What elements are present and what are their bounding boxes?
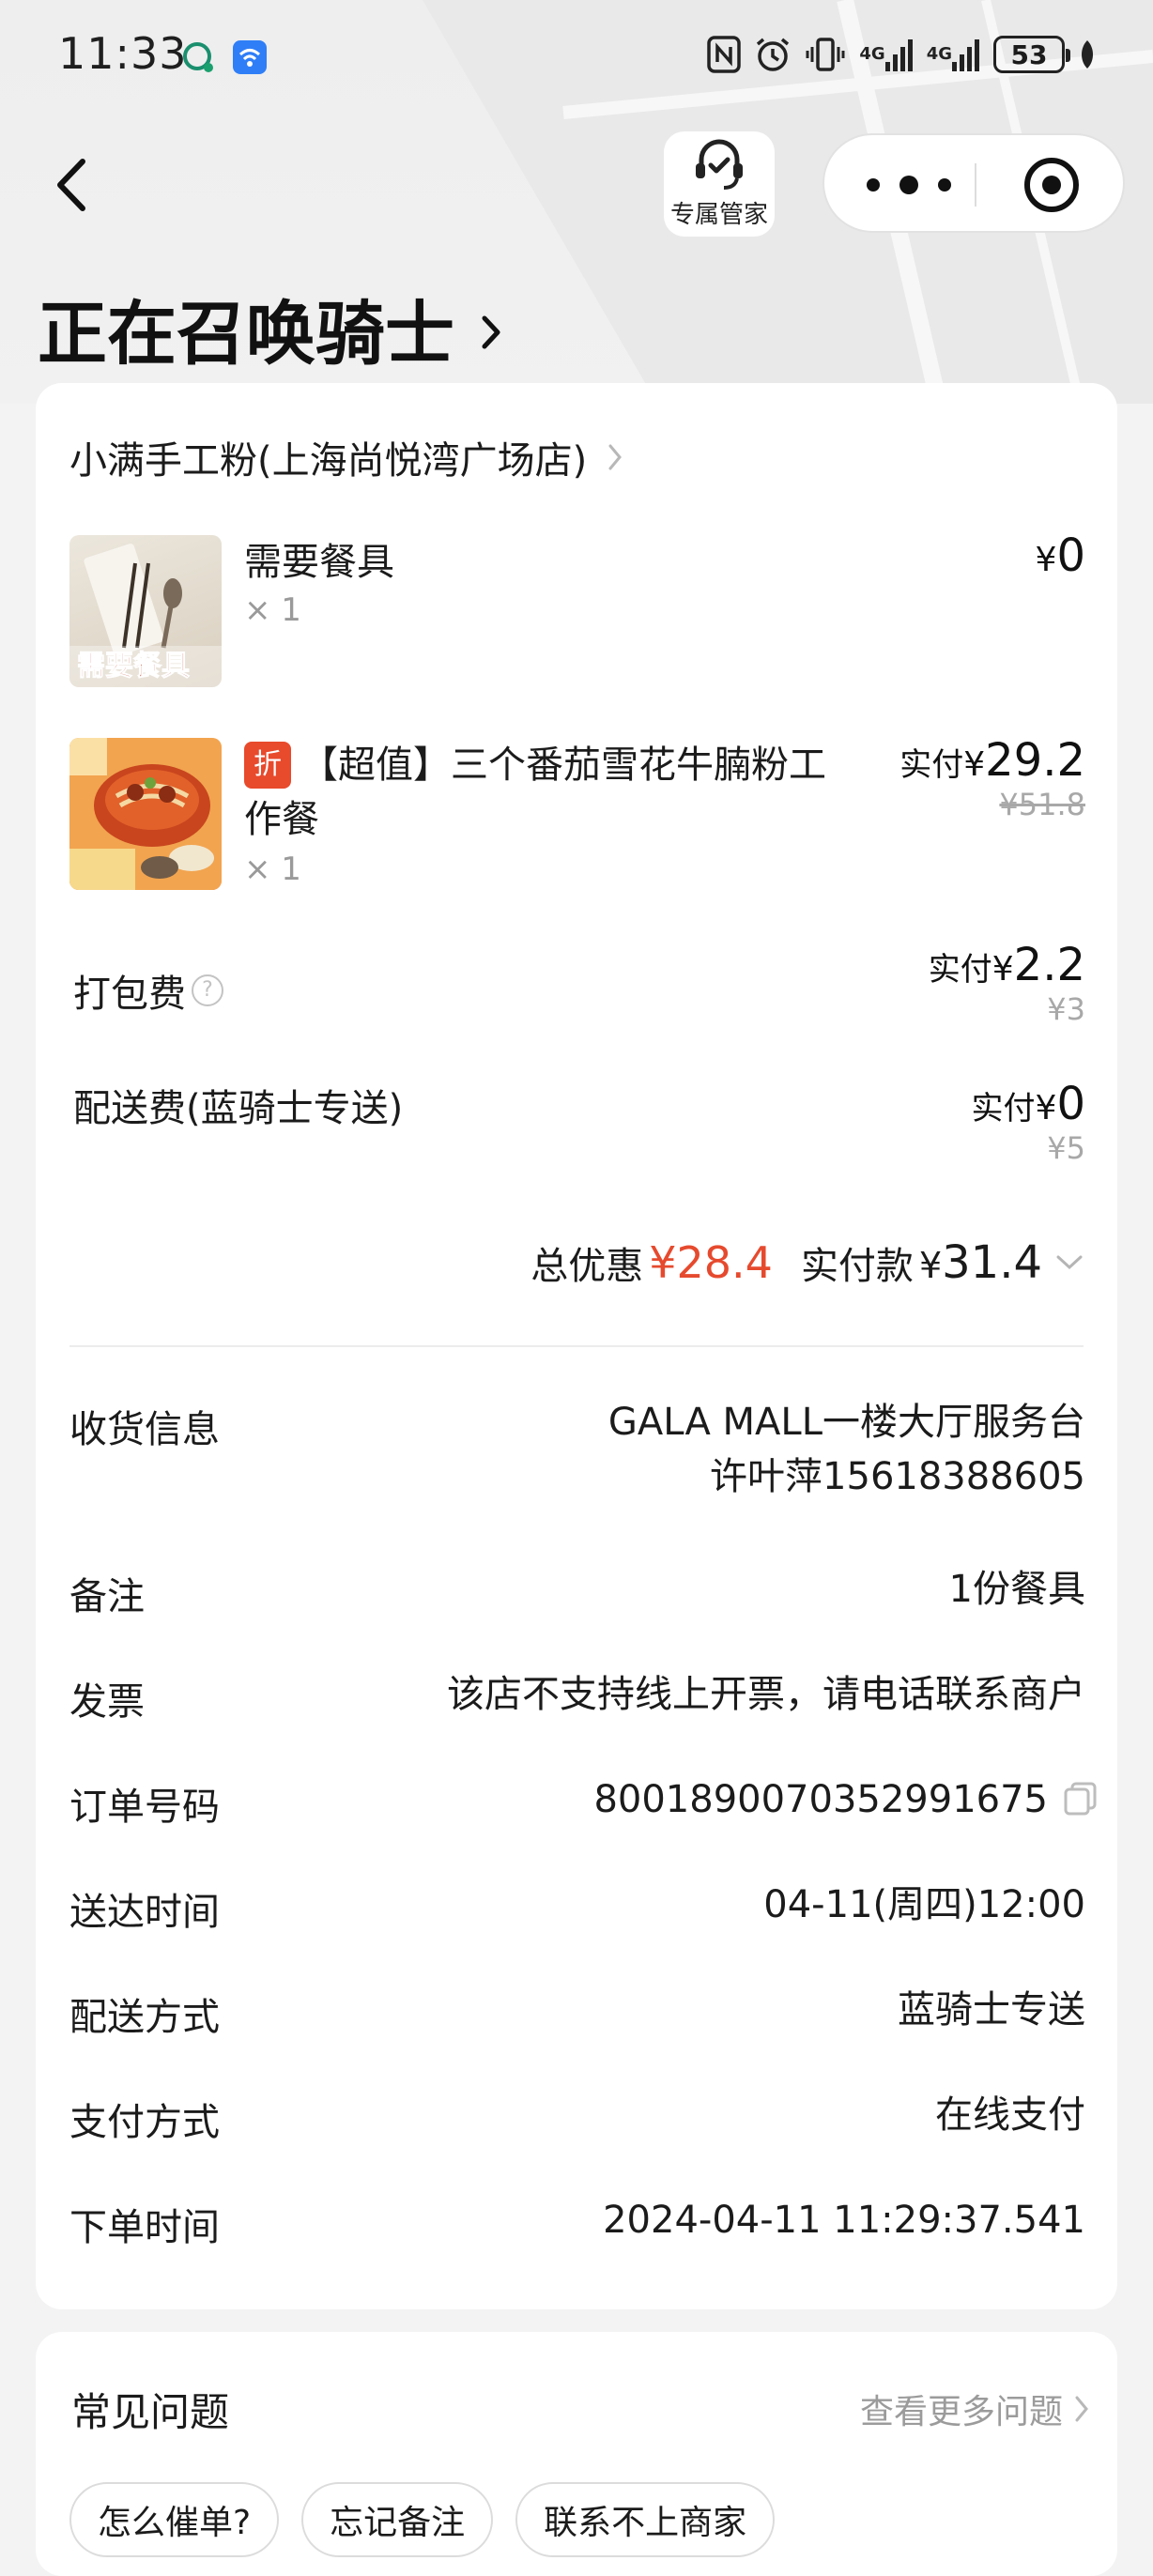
tableware-image: 需要餐具 xyxy=(69,535,222,687)
service-manager-label: 专属管家 xyxy=(669,200,768,229)
chevron-right-icon xyxy=(608,444,623,470)
order-time-value: 2024-04-11 11:29:37.541 xyxy=(603,2199,1085,2242)
order-time-label: 下单时间 xyxy=(69,2206,220,2249)
delivery-time-label: 送达时间 xyxy=(69,1891,220,1934)
discount-value: ¥28.4 xyxy=(649,1237,773,1288)
target-icon[interactable] xyxy=(1024,158,1079,212)
packing-fee-price: 实付¥2.2 ¥3 xyxy=(928,939,1085,1027)
faq-more-label: 查看更多问题 xyxy=(859,2393,1063,2431)
packing-fee-value: 2.2 xyxy=(1013,939,1085,991)
copy-icon[interactable] xyxy=(1063,1776,1099,1831)
item-price: 实付¥29.2 ¥51.8 xyxy=(899,734,1085,822)
packing-fee-original: ¥3 xyxy=(1047,991,1085,1027)
delivery-method-row: 配送方式 蓝骑士专送 xyxy=(69,1986,1085,2043)
alarm-icon xyxy=(754,34,792,75)
noodle-dish-image xyxy=(69,738,222,890)
packing-fee-row: 打包费 ? 实付¥2.2 ¥3 xyxy=(73,939,1085,1057)
order-number-label: 订单号码 xyxy=(69,1786,220,1829)
delivery-method-value: 蓝骑士专送 xyxy=(898,1988,1085,2032)
more-dots-icon[interactable] xyxy=(867,173,951,197)
signal-icon: 4G xyxy=(859,34,913,75)
faq-more-link[interactable]: 查看更多问题 xyxy=(860,2384,1089,2433)
faq-chips: 怎么催单? 忘记备注 联系不上商家 xyxy=(69,2482,776,2557)
paid-label: 实付款 xyxy=(800,1245,914,1288)
shop-link[interactable]: 小满手工粉(上海尚悦湾广场店) xyxy=(69,430,623,484)
item-qty: × 1 xyxy=(244,851,301,888)
order-number-value: 8001890070352991675 xyxy=(593,1778,1048,1821)
address-value: GALA MALL一楼大厅服务台 许叶萍15618388605 xyxy=(608,1395,1085,1504)
invoice-row: 发票 该店不支持线上开票，请电话联系商户 xyxy=(69,1671,1085,1727)
status-icons: 4G 4G 53 xyxy=(707,34,1097,75)
order-number-value-wrap: 8001890070352991675 xyxy=(593,1772,1099,1831)
discount-badge: 折 xyxy=(244,742,291,789)
contact-line: 许叶萍15618388605 xyxy=(710,1455,1085,1498)
help-icon[interactable]: ? xyxy=(192,974,223,1006)
delivery-fee-value: 0 xyxy=(1056,1078,1085,1130)
headset-icon xyxy=(696,139,743,190)
section-divider xyxy=(69,1345,1084,1347)
mini-program-capsule xyxy=(822,133,1125,233)
item-price-value: 29.2 xyxy=(985,734,1085,787)
capsule-divider xyxy=(975,163,976,207)
delivery-fee-label: 配送费(蓝骑士专送) xyxy=(73,1087,404,1130)
payment-method-value: 在线支付 xyxy=(935,2093,1085,2137)
payment-method-label: 支付方式 xyxy=(69,2101,220,2144)
item-name: 需要餐具 xyxy=(244,541,394,584)
order-card: 小满手工粉(上海尚悦湾广场店) 需要餐具 需要餐具 × 1 ¥0 折 【超值】三… xyxy=(36,383,1117,2309)
order-item[interactable]: 折【超值】三个番茄雪花牛腩粉工作餐 × 1 实付¥29.2 ¥51.8 xyxy=(69,734,1085,894)
wifi-app-icon xyxy=(232,39,268,75)
signal-icon-2: 4G xyxy=(927,34,980,75)
faq-title: 常见问题 xyxy=(71,2389,230,2435)
remark-row: 备注 1份餐具 xyxy=(69,1566,1085,1622)
faq-card: 常见问题 查看更多问题 怎么催单? 忘记备注 联系不上商家 xyxy=(36,2332,1117,2576)
discount-label: 总优惠 xyxy=(530,1245,644,1288)
delivery-method-label: 配送方式 xyxy=(69,1996,220,2039)
order-item[interactable]: 需要餐具 需要餐具 × 1 ¥0 xyxy=(69,529,1085,691)
item-original-price: ¥51.8 xyxy=(999,787,1085,822)
chevron-right-icon xyxy=(482,315,500,348)
faq-chip[interactable]: 怎么催单? xyxy=(69,2482,280,2557)
delivery-fee-row: 配送费(蓝骑士专送) 实付¥0 ¥5 xyxy=(73,1078,1085,1181)
page-title-text: 正在召唤骑士 xyxy=(38,294,454,375)
chat-icon xyxy=(180,39,216,75)
item-price: ¥0 xyxy=(1035,529,1085,582)
invoice-value: 该店不支持线上开票，请电话联系商户 xyxy=(447,1673,1085,1716)
remark-label: 备注 xyxy=(69,1575,145,1618)
item-name-row: 折【超值】三个番茄雪花牛腩粉工作餐 xyxy=(244,738,845,847)
chevron-left-icon xyxy=(57,159,85,211)
nfc-icon xyxy=(707,34,742,75)
packing-fee-label: 打包费 xyxy=(73,973,186,1016)
status-bar: 11:33 4G 4G 53 xyxy=(0,0,1153,113)
item-price-value: 0 xyxy=(1056,529,1085,582)
faq-chip[interactable]: 忘记备注 xyxy=(301,2482,494,2557)
delivery-fee-original: ¥5 xyxy=(1047,1130,1085,1166)
page-title[interactable]: 正在召唤骑士 xyxy=(38,278,501,378)
item-name: 【超值】三个番茄雪花牛腩粉工作餐 xyxy=(244,744,826,841)
invoice-label: 发票 xyxy=(69,1680,145,1724)
address-line: GALA MALL一楼大厅服务台 xyxy=(607,1401,1085,1444)
chevron-down-icon xyxy=(1056,1255,1083,1270)
address-label: 收货信息 xyxy=(69,1408,220,1451)
thumb-caption: 需要餐具 xyxy=(77,650,191,683)
order-number-row: 订单号码 8001890070352991675 xyxy=(69,1776,1097,1832)
vibrate-icon xyxy=(805,34,846,75)
total-summary[interactable]: 总优惠 ¥28.4 实付款 ¥31.4 xyxy=(530,1235,1084,1290)
battery-icon: 53 xyxy=(993,36,1070,73)
faq-chip[interactable]: 联系不上商家 xyxy=(515,2482,776,2557)
delivery-time-row: 送达时间 04-11(周四)12:00 xyxy=(69,1881,1085,1938)
chevron-right-icon xyxy=(1075,2396,1088,2422)
service-manager-button[interactable]: 专属管家 xyxy=(664,131,775,237)
delivery-address-row: 收货信息 GALA MALL一楼大厅服务台 许叶萍15618388605 xyxy=(69,1399,1085,1521)
delivery-fee-price: 实付¥0 ¥5 xyxy=(971,1078,1085,1166)
status-time: 11:33 xyxy=(58,28,188,79)
payment-method-row: 支付方式 在线支付 xyxy=(69,2092,1085,2148)
delivery-time-value: 04-11(周四)12:00 xyxy=(763,1883,1085,1926)
leaf-icon xyxy=(1078,34,1097,75)
shop-name: 小满手工粉(上海尚悦湾广场店) xyxy=(69,439,588,483)
paid-value: 31.4 xyxy=(942,1236,1042,1289)
remark-value: 1份餐具 xyxy=(948,1568,1085,1611)
order-time-row: 下单时间 2024-04-11 11:29:37.541 xyxy=(69,2197,1085,2253)
back-button[interactable] xyxy=(47,152,94,218)
item-qty: × 1 xyxy=(244,591,301,629)
